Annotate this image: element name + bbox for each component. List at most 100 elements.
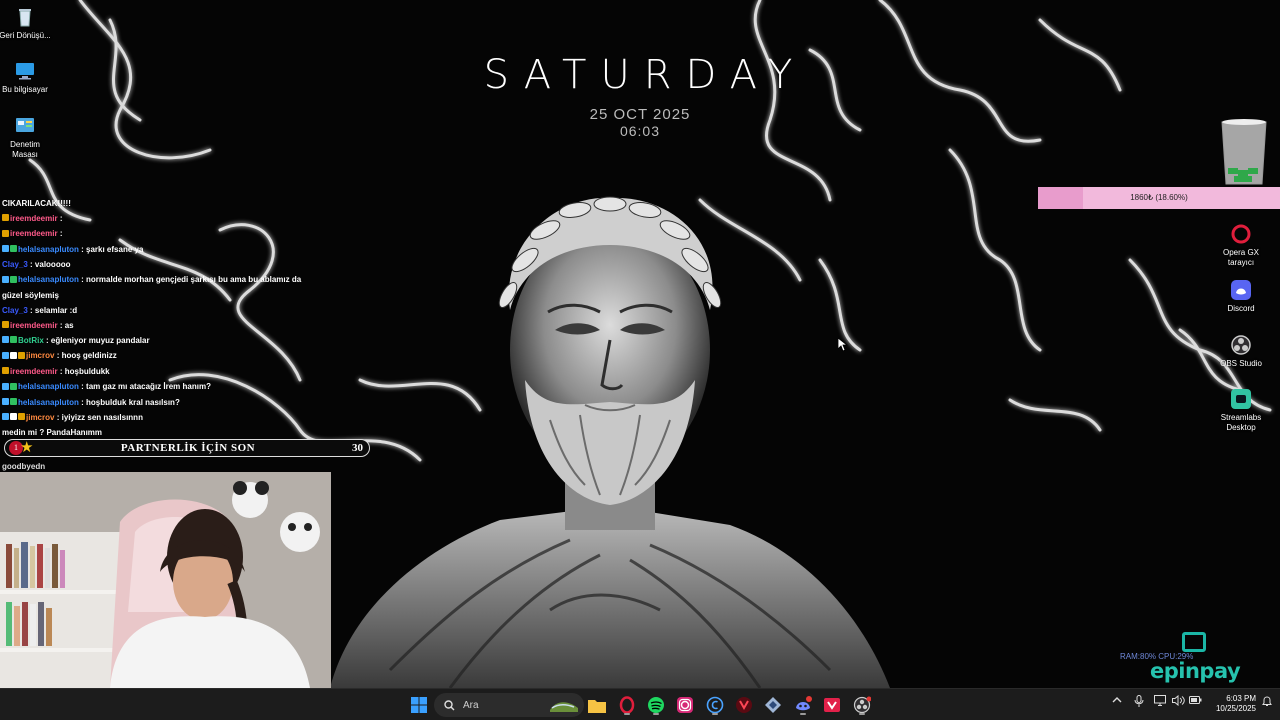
chat-username: ireemdeemir bbox=[10, 229, 58, 239]
desktop-icon-recycle-bin[interactable]: Geri Dönüşü... bbox=[0, 6, 53, 41]
desktop-icon-control-panel[interactable]: Denetim Masası bbox=[0, 115, 53, 160]
taskbar-app-spotify[interactable] bbox=[645, 694, 667, 716]
chat-message-text: : selamlar :d bbox=[30, 305, 78, 315]
desktop-icon-obs[interactable]: OBS Studio bbox=[1213, 334, 1269, 369]
taskbar-app-file-explorer[interactable] bbox=[586, 694, 608, 716]
chat-message: helalsanapluton : tam gaz mı atacağız İr… bbox=[2, 379, 312, 394]
tray-network[interactable] bbox=[1154, 695, 1166, 709]
search-icon bbox=[444, 699, 455, 710]
chat-badge-icon bbox=[2, 367, 9, 375]
windows-start-icon bbox=[411, 697, 427, 713]
taskbar-app-valorant[interactable] bbox=[733, 694, 755, 716]
desktop-icon-label: Geri Dönüşü... bbox=[0, 31, 51, 40]
chat-badge-icon bbox=[2, 245, 9, 253]
chat-message-text: : as bbox=[59, 320, 74, 330]
obs-icon bbox=[853, 696, 871, 714]
chat-badge-icon bbox=[10, 382, 17, 390]
discord-icon bbox=[796, 696, 812, 711]
desktop-icon-label: Streamlabs Desktop bbox=[1220, 413, 1262, 432]
chat-badge-icon bbox=[2, 351, 9, 359]
chat-message: güzel söylemiş bbox=[2, 288, 312, 303]
streamlabs-icon bbox=[1231, 389, 1251, 409]
running-indicator bbox=[624, 713, 630, 715]
webcam-feed bbox=[0, 472, 331, 688]
chat-badge-icon bbox=[2, 275, 9, 283]
desktop-icon-streamlabs[interactable]: Streamlabs Desktop bbox=[1213, 388, 1269, 433]
control-panel-icon bbox=[16, 118, 34, 132]
desktop-icon-label: Bu bilgisayar bbox=[2, 85, 48, 94]
chat-message: helalsanapluton : normalde morhan gençje… bbox=[2, 272, 312, 287]
obs-icon bbox=[1231, 335, 1251, 355]
donation-cup-widget bbox=[1221, 119, 1267, 185]
chat-message: ireemdeemir : bbox=[2, 211, 312, 226]
tray-battery[interactable] bbox=[1189, 695, 1202, 708]
taskbar-clock[interactable]: 6:03 PM 10/25/2025 bbox=[1204, 694, 1256, 714]
chat-username: ireemdeemir bbox=[10, 320, 58, 330]
chat-message-text: : bbox=[59, 214, 63, 223]
notification-center-button[interactable] bbox=[1262, 695, 1272, 710]
chat-badges bbox=[2, 395, 18, 410]
chat-badge-icon bbox=[18, 413, 25, 421]
chat-message-text: : eğleniyor muyuz pandalar bbox=[46, 335, 150, 345]
opera-gx-icon bbox=[1231, 224, 1251, 244]
chat-badges bbox=[2, 242, 18, 257]
tray-overflow-button[interactable] bbox=[1112, 695, 1122, 708]
chat-badges bbox=[2, 380, 18, 395]
partner-goal-bar: 1 ★ PARTNERLİK İÇİN SON 30 bbox=[4, 439, 370, 457]
partner-title: PARTNERLİK İÇİN SON bbox=[120, 442, 256, 454]
chat-badge-icon bbox=[2, 320, 9, 328]
epinpay-logo-icon bbox=[1182, 632, 1206, 652]
chat-badge-icon bbox=[10, 413, 17, 421]
desktop-icon-this-pc[interactable]: Bu bilgisayar bbox=[0, 60, 53, 95]
running-indicator bbox=[859, 713, 865, 715]
desktop-icon-discord[interactable]: Discord bbox=[1213, 279, 1269, 314]
monitor-network-icon bbox=[1154, 695, 1166, 706]
chat-message: Clay_3 : selamlar :d bbox=[2, 303, 312, 318]
chat-badges bbox=[2, 273, 18, 288]
chat-message-text: : iyiyizz sen nasılsınnn bbox=[56, 412, 143, 422]
taskbar: Ara 6:03 PM 10/25/2025 bbox=[0, 688, 1280, 720]
valorant-icon bbox=[736, 697, 752, 713]
desktop-icon-label: Denetim Masası bbox=[10, 140, 40, 159]
chat-username: ireemdeemir bbox=[10, 366, 58, 376]
capcut-icon bbox=[706, 696, 724, 714]
taskbar-time: 6:03 PM bbox=[1226, 694, 1256, 703]
taskbar-app-instagram[interactable] bbox=[674, 694, 696, 716]
chat-username: BotRix bbox=[18, 335, 44, 345]
chat-username: ireemdeemir bbox=[10, 214, 58, 223]
chat-badges bbox=[2, 227, 10, 242]
taskbar-app-obs[interactable] bbox=[851, 694, 873, 716]
chat-message: Clay_3 : valooooo bbox=[2, 257, 312, 272]
taskbar-app-opera-gx[interactable] bbox=[616, 694, 638, 716]
bell-icon bbox=[1262, 696, 1272, 706]
epinpay-logo: epinpay bbox=[1150, 632, 1250, 688]
desktop-icon-opera-gx[interactable]: Opera GX tarayıcı bbox=[1213, 223, 1269, 268]
ccleaner-icon bbox=[765, 697, 781, 713]
chat-badges bbox=[2, 349, 26, 364]
chat-badge-icon bbox=[2, 214, 9, 222]
taskbar-app-ccleaner[interactable] bbox=[762, 694, 784, 716]
clock-date-label: 25 OCT 2025 bbox=[589, 106, 691, 123]
weather-widget-icon bbox=[550, 702, 578, 712]
chat-badge-icon bbox=[10, 351, 17, 359]
vegas-icon bbox=[824, 698, 840, 712]
taskbar-app-capcut[interactable] bbox=[704, 694, 726, 716]
recycle-bin-icon bbox=[19, 9, 31, 27]
desktop-icon-label: Opera GX tarayıcı bbox=[1222, 248, 1259, 267]
chat-message-text: : şarkı efsane ya bbox=[81, 244, 144, 254]
chat-message: jimcrov : iyiyizz sen nasılsınnn bbox=[2, 410, 312, 425]
start-button[interactable] bbox=[408, 694, 430, 716]
taskbar-app-discord[interactable] bbox=[792, 694, 814, 716]
chat-badges bbox=[2, 410, 26, 425]
tray-microphone[interactable] bbox=[1134, 695, 1144, 710]
clock-time-label: 06:03 bbox=[619, 123, 661, 139]
chevron-up-icon bbox=[1112, 697, 1122, 703]
epinpay-brand: epinpay bbox=[1150, 659, 1241, 683]
running-indicator bbox=[712, 713, 718, 715]
opera-gx-icon bbox=[619, 696, 635, 714]
chat-username: Clay_3 bbox=[2, 305, 28, 315]
tray-volume[interactable] bbox=[1172, 694, 1185, 709]
taskbar-search-box[interactable]: Ara bbox=[434, 693, 584, 717]
chat-message-text: : normalde morhan gençjedi şarkısı bu am… bbox=[81, 275, 302, 285]
taskbar-app-vegas[interactable] bbox=[821, 694, 843, 716]
